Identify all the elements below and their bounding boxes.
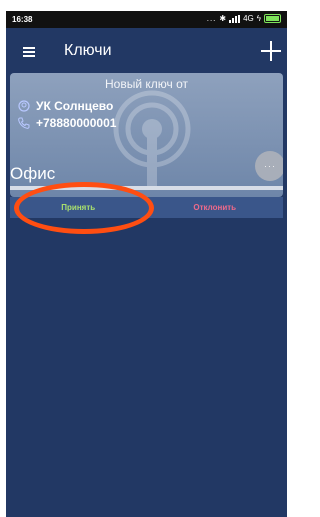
key-card: Новый ключ от УК Солнцево +78880000001 О… xyxy=(10,73,283,197)
key-watermark-icon xyxy=(113,90,191,187)
status-time: 16:38 xyxy=(12,15,33,24)
menu-icon[interactable] xyxy=(23,47,35,57)
status-overflow-dots: ... xyxy=(206,14,217,23)
add-key-button[interactable] xyxy=(260,40,282,62)
phone-row: +78880000001 xyxy=(18,116,116,130)
battery-icon xyxy=(264,14,281,23)
org-icon xyxy=(18,100,30,112)
app-bar: Ключи xyxy=(6,28,287,78)
org-row: УК Солнцево xyxy=(18,99,113,113)
highlight-annotation xyxy=(14,182,154,234)
page-title: Ключи xyxy=(64,42,112,59)
status-bar: 16:38 ... ✱ 4G ϟ xyxy=(6,11,287,28)
decline-button[interactable]: Отклонить xyxy=(147,197,284,218)
bluetooth-icon: ✱ xyxy=(219,14,227,23)
phone-icon xyxy=(18,117,30,129)
app-screen: 16:38 ... ✱ 4G ϟ Ключи Новый ключ от УК … xyxy=(6,11,287,517)
status-icons: ... ✱ 4G ϟ xyxy=(207,14,281,23)
card-header: Новый ключ от xyxy=(105,77,188,91)
more-button[interactable]: ··· xyxy=(255,151,283,181)
office-label: Офис xyxy=(10,164,56,183)
phone-number: +78880000001 xyxy=(36,116,117,130)
network-type: 4G xyxy=(243,14,254,23)
charging-icon: ϟ xyxy=(256,14,261,23)
signal-icon xyxy=(229,14,241,23)
org-name: УК Солнцево xyxy=(36,99,114,113)
